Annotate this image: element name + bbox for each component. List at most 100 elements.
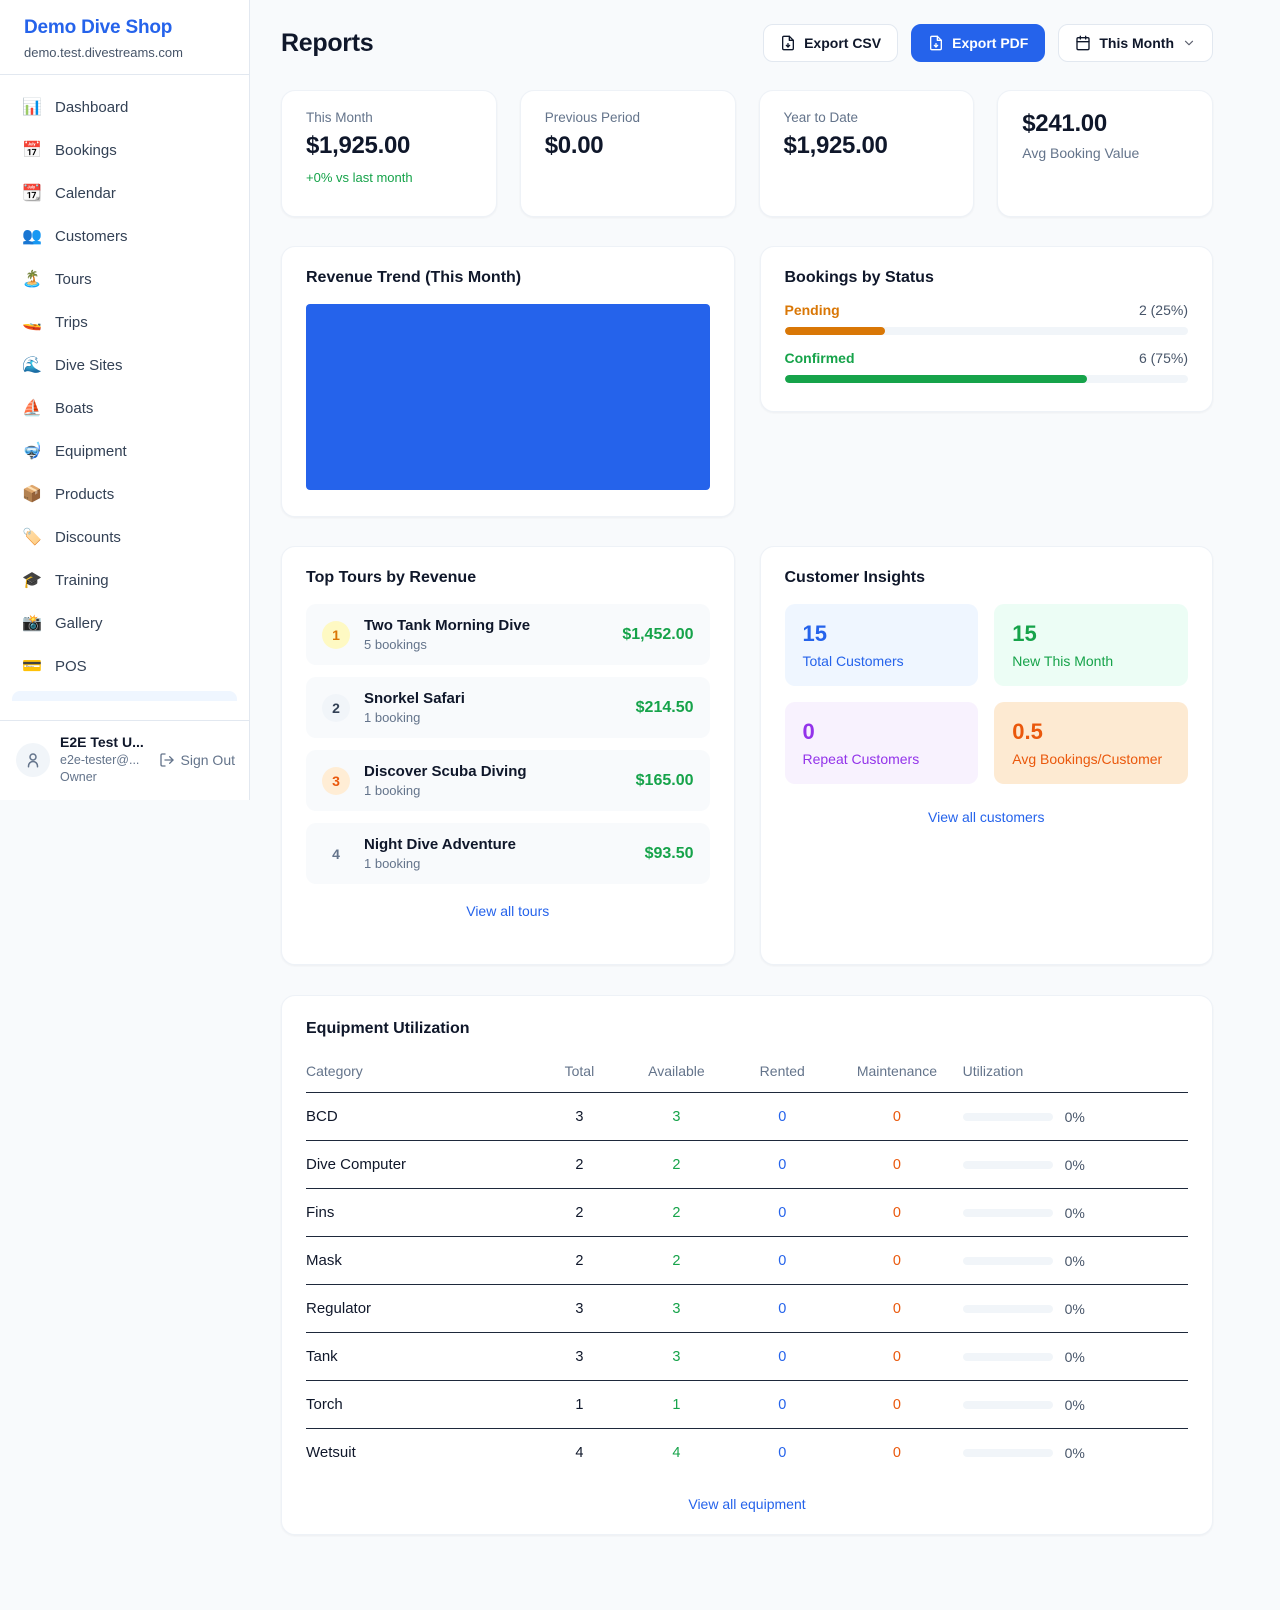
chevron-down-icon: [1182, 36, 1196, 50]
column-header-available: Available: [624, 1057, 730, 1093]
bookings-by-status-card: Bookings by Status Pending 2 (25%) Confi…: [760, 246, 1214, 412]
tour-bookings: 1 booking: [364, 856, 516, 871]
utilization-label: 0%: [1065, 1157, 1085, 1173]
stat-delta: +0% vs last month: [306, 170, 472, 185]
calendar-icon: [1075, 35, 1091, 51]
sidebar-item-reports-partial[interactable]: [12, 691, 237, 701]
user-email: e2e-tester@...: [60, 752, 144, 769]
cell-available: 3: [624, 1285, 730, 1333]
sidebar-item-pos[interactable]: 💳 POS: [12, 648, 237, 684]
status-bar-fill-confirmed: [785, 375, 1088, 383]
utilization-bar-track: [963, 1353, 1053, 1361]
diving-mask-icon: 🤿: [22, 441, 42, 461]
sidebar-item-equipment[interactable]: 🤿 Equipment: [12, 433, 237, 469]
export-pdf-button[interactable]: Export PDF: [911, 24, 1045, 62]
cell-rented: 0: [729, 1429, 835, 1477]
charts-row: Revenue Trend (This Month) Bookings by S…: [281, 246, 1213, 517]
view-all-equipment-link[interactable]: View all equipment: [306, 1496, 1188, 1512]
insight-value: 15: [1012, 621, 1170, 647]
tag-icon: 🏷️: [22, 527, 42, 547]
cell-utilization: 0%: [959, 1429, 1188, 1477]
utilization-bar-track: [963, 1449, 1053, 1457]
insight-value: 15: [803, 621, 961, 647]
cell-available: 3: [624, 1333, 730, 1381]
cell-maintenance: 0: [835, 1141, 958, 1189]
cell-utilization: 0%: [959, 1285, 1188, 1333]
cell-category: Torch: [306, 1381, 535, 1429]
top-tours-card: Top Tours by Revenue 1 Two Tank Morning …: [281, 546, 735, 965]
file-download-icon: [928, 35, 944, 51]
sidebar-item-products[interactable]: 📦 Products: [12, 476, 237, 512]
speedboat-icon: 🚤: [22, 312, 42, 332]
stat-label: Previous Period: [545, 110, 711, 125]
tour-bookings: 1 booking: [364, 783, 527, 798]
cell-rented: 0: [729, 1237, 835, 1285]
sidebar-item-label: Tours: [55, 271, 92, 288]
sign-out-button[interactable]: Sign Out: [159, 752, 235, 768]
utilization-label: 0%: [1065, 1205, 1085, 1221]
view-all-customers-link[interactable]: View all customers: [785, 809, 1189, 825]
log-out-icon: [159, 752, 175, 768]
customer-insights-title: Customer Insights: [785, 569, 1189, 587]
insight-tile-new-this-month: 15 New This Month: [994, 604, 1188, 686]
revenue-trend-title: Revenue Trend (This Month): [306, 269, 710, 287]
shop-name: Demo Dive Shop: [24, 17, 225, 39]
stat-card-this-month: This Month $1,925.00 +0% vs last month: [281, 90, 497, 217]
sidebar-item-label: Dive Sites: [55, 357, 123, 374]
status-label-pending: Pending: [785, 302, 840, 318]
sidebar-item-tours[interactable]: 🏝️ Tours: [12, 261, 237, 297]
sign-out-label: Sign Out: [181, 752, 235, 768]
status-bar-fill-pending: [785, 327, 886, 335]
cell-rented: 0: [729, 1285, 835, 1333]
user-info: E2E Test U... e2e-tester@... Owner: [60, 733, 144, 786]
cell-total: 1: [535, 1381, 623, 1429]
table-row: Dive Computer 2 2 0 0 0%: [306, 1141, 1188, 1189]
sidebar-item-dive-sites[interactable]: 🌊 Dive Sites: [12, 347, 237, 383]
stat-value: $1,925.00: [784, 132, 950, 160]
column-header-utilization: Utilization: [959, 1057, 1188, 1093]
cell-category: Wetsuit: [306, 1429, 535, 1477]
column-header-category: Category: [306, 1057, 535, 1093]
camera-icon: 📸: [22, 613, 42, 633]
table-row: Wetsuit 4 4 0 0 0%: [306, 1429, 1188, 1477]
sidebar-item-dashboard[interactable]: 📊 Dashboard: [12, 89, 237, 125]
sidebar-item-label: Equipment: [55, 443, 127, 460]
view-all-tours-link[interactable]: View all tours: [306, 903, 710, 919]
status-count-pending: 2 (25%): [1139, 302, 1188, 318]
sidebar-item-customers[interactable]: 👥 Customers: [12, 218, 237, 254]
utilization-label: 0%: [1065, 1301, 1085, 1317]
export-csv-button[interactable]: Export CSV: [763, 24, 898, 62]
insight-label: New This Month: [1012, 653, 1170, 669]
sidebar-item-boats[interactable]: ⛵ Boats: [12, 390, 237, 426]
sidebar-item-discounts[interactable]: 🏷️ Discounts: [12, 519, 237, 555]
cell-maintenance: 0: [835, 1429, 958, 1477]
sidebar-item-calendar[interactable]: 📆 Calendar: [12, 175, 237, 211]
sidebar-item-bookings[interactable]: 📅 Bookings: [12, 132, 237, 168]
tour-name: Snorkel Safari: [364, 690, 465, 707]
cell-total: 2: [535, 1189, 623, 1237]
cell-available: 3: [624, 1093, 730, 1141]
users-icon: 👥: [22, 226, 42, 246]
bottom-row: Top Tours by Revenue 1 Two Tank Morning …: [281, 546, 1213, 965]
insight-tile-avg-bookings: 0.5 Avg Bookings/Customer: [994, 702, 1188, 784]
insight-value: 0.5: [1012, 719, 1170, 745]
cell-total: 2: [535, 1237, 623, 1285]
tour-meta: Discover Scuba Diving 1 booking: [364, 763, 527, 798]
cell-total: 3: [535, 1333, 623, 1381]
list-item: 1 Two Tank Morning Dive 5 bookings $1,45…: [306, 604, 710, 665]
insight-label: Total Customers: [803, 653, 961, 669]
rank-badge: 3: [322, 767, 350, 795]
sidebar-item-trips[interactable]: 🚤 Trips: [12, 304, 237, 340]
sidebar-item-gallery[interactable]: 📸 Gallery: [12, 605, 237, 641]
rank-badge: 1: [322, 621, 350, 649]
cell-category: Regulator: [306, 1285, 535, 1333]
tour-revenue: $165.00: [636, 772, 694, 790]
table-row: Regulator 3 3 0 0 0%: [306, 1285, 1188, 1333]
utilization-bar-track: [963, 1113, 1053, 1121]
table-row: Tank 3 3 0 0 0%: [306, 1333, 1188, 1381]
stat-label: Avg Booking Value: [1022, 145, 1188, 161]
cell-utilization: 0%: [959, 1141, 1188, 1189]
cell-maintenance: 0: [835, 1189, 958, 1237]
sidebar-item-training[interactable]: 🎓 Training: [12, 562, 237, 598]
period-select[interactable]: This Month: [1058, 24, 1213, 62]
